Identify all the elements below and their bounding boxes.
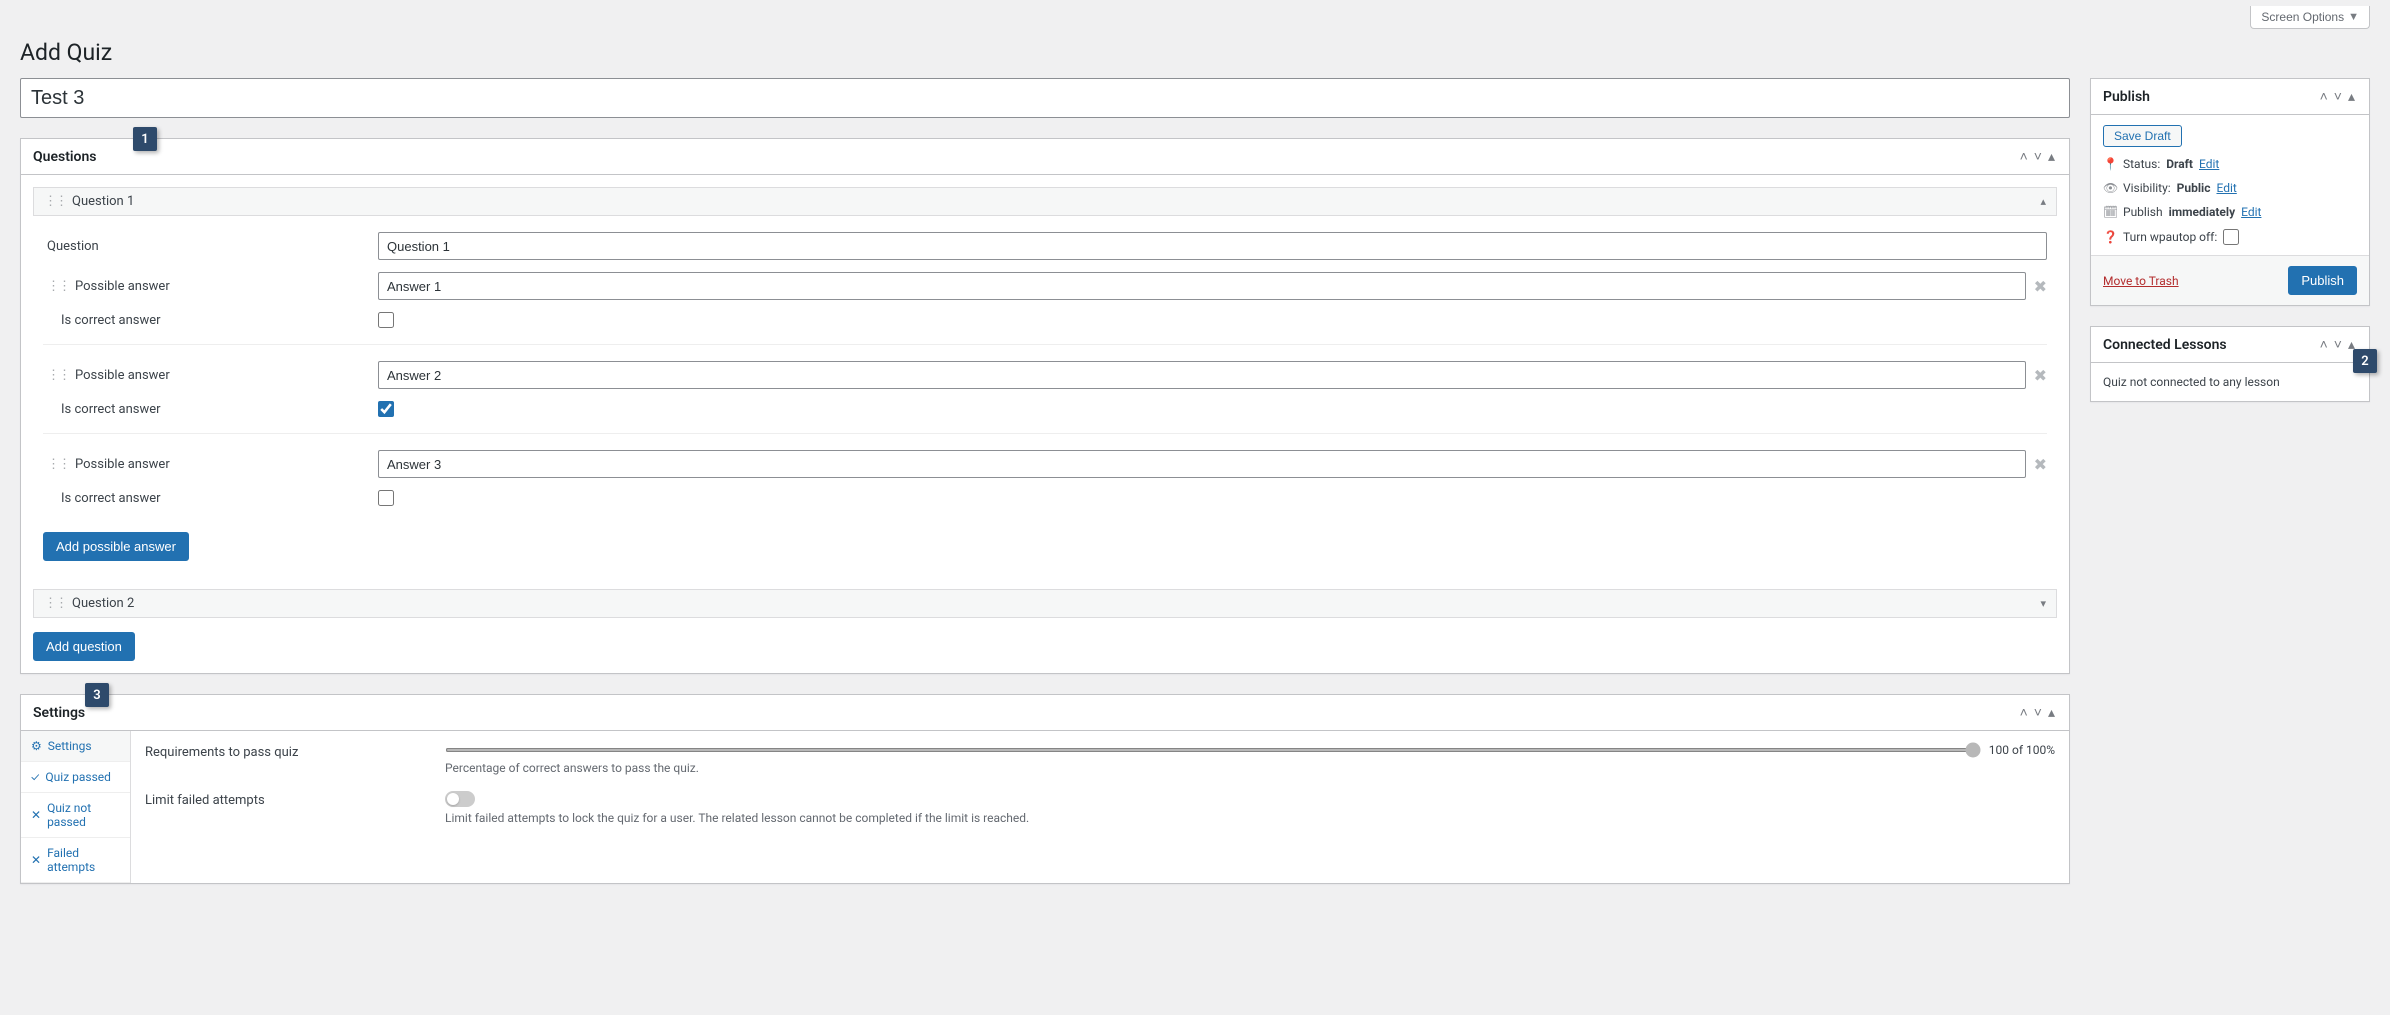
questions-heading: Questions — [33, 149, 96, 165]
correct-label: Is correct answer — [43, 313, 378, 328]
remove-answer-icon[interactable]: ✖ — [2034, 277, 2047, 296]
questions-header: Questions ˄ ˅ ▴ — [21, 139, 2069, 175]
close-icon: ✕ — [31, 853, 41, 867]
wpautop-checkbox[interactable] — [2223, 229, 2239, 245]
quiz-title-input[interactable] — [20, 78, 2070, 118]
status-label: Status: — [2123, 157, 2160, 171]
publish-time-label: Publish — [2123, 205, 2163, 219]
move-down-icon[interactable]: ˅ — [2032, 704, 2044, 722]
tab-settings-label: Settings — [48, 739, 92, 753]
screen-options-label: Screen Options — [2261, 10, 2344, 24]
move-up-icon[interactable]: ˄ — [2318, 336, 2330, 354]
move-down-icon[interactable]: ˅ — [2332, 336, 2344, 354]
limit-help: Limit failed attempts to lock the quiz f… — [445, 811, 2055, 825]
tab-failed-label: Failed attempts — [47, 846, 120, 874]
page-title: Add Quiz — [20, 39, 2370, 66]
requirements-value: 100 of 100% — [1989, 743, 2055, 757]
publish-button[interactable]: Publish — [2288, 266, 2357, 295]
help-icon: ❓ — [2103, 230, 2117, 244]
remove-answer-icon[interactable]: ✖ — [2034, 366, 2047, 385]
answer-1-input[interactable] — [378, 272, 2026, 300]
requirements-slider[interactable] — [445, 748, 1981, 752]
move-up-icon[interactable]: ˄ — [2018, 148, 2030, 166]
correct-label: Is correct answer — [43, 491, 378, 506]
tab-settings[interactable]: ⚙ Settings — [21, 731, 130, 762]
expand-icon[interactable]: ▾ — [2040, 597, 2046, 610]
edit-status-link[interactable]: Edit — [2199, 157, 2219, 171]
add-answer-button[interactable]: Add possible answer — [43, 532, 189, 561]
toggle-panel-icon[interactable]: ▴ — [2046, 704, 2057, 722]
check-icon: ✓ — [31, 770, 39, 784]
limit-label: Limit failed attempts — [145, 791, 445, 808]
connected-heading: Connected Lessons — [2103, 337, 2227, 353]
requirements-label: Requirements to pass quiz — [145, 743, 445, 760]
answer-3-correct-checkbox[interactable] — [378, 490, 394, 506]
answer-2-correct-checkbox[interactable] — [378, 401, 394, 417]
answer-3-input[interactable] — [378, 450, 2026, 478]
drag-handle-icon[interactable]: ⋮⋮ — [47, 368, 69, 383]
add-question-button[interactable]: Add question — [33, 632, 135, 661]
publish-time-value: immediately — [2169, 205, 2236, 219]
eye-icon: 👁 — [2103, 181, 2117, 195]
callout-badge-2: 2 — [2353, 349, 2377, 373]
settings-metabox: 3 Settings ˄ ˅ ▴ ⚙ Settings ✓ Qui — [20, 694, 2070, 884]
drag-handle-icon[interactable]: ⋮⋮ — [44, 596, 66, 611]
move-up-icon[interactable]: ˄ — [2318, 88, 2330, 106]
calendar-icon: 🗓 — [2103, 205, 2117, 219]
pin-icon: 📍 — [2103, 157, 2117, 171]
tab-quiz-not-passed[interactable]: ✕ Quiz not passed — [21, 793, 130, 838]
tab-quiz-passed[interactable]: ✓ Quiz passed — [21, 762, 130, 793]
questions-metabox: 1 Questions ˄ ˅ ▴ ⋮⋮Question 1 ▴ Questio… — [20, 138, 2070, 674]
save-draft-button[interactable]: Save Draft — [2103, 125, 2182, 147]
answer-label: Possible answer — [75, 368, 170, 383]
publish-metabox: Publish ˄ ˅ ▴ Save Draft 📍 Status: Draft… — [2090, 78, 2370, 306]
settings-header: Settings ˄ ˅ ▴ — [21, 695, 2069, 731]
question-1-title: Question 1 — [72, 194, 134, 209]
callout-badge-3: 3 — [85, 683, 109, 707]
move-up-icon[interactable]: ˄ — [2018, 704, 2030, 722]
callout-badge-1: 1 — [133, 127, 157, 151]
tab-failed-attempts[interactable]: ✕ Failed attempts — [21, 838, 130, 883]
close-icon: ✕ — [31, 808, 41, 822]
collapse-icon[interactable]: ▴ — [2040, 195, 2046, 208]
move-down-icon[interactable]: ˅ — [2032, 148, 2044, 166]
publish-heading: Publish — [2103, 89, 2150, 105]
edit-visibility-link[interactable]: Edit — [2216, 181, 2236, 195]
chevron-down-icon: ▼ — [2348, 11, 2359, 23]
drag-handle-icon[interactable]: ⋮⋮ — [47, 457, 69, 472]
question-2-panel-header[interactable]: ⋮⋮ Question 2 ▾ — [33, 589, 2057, 618]
move-to-trash-link[interactable]: Move to Trash — [2103, 274, 2179, 288]
limit-toggle[interactable] — [445, 791, 475, 807]
tab-passed-label: Quiz passed — [45, 770, 111, 784]
drag-handle-icon[interactable]: ⋮⋮ — [47, 279, 69, 294]
status-value: Draft — [2166, 157, 2193, 171]
remove-answer-icon[interactable]: ✖ — [2034, 455, 2047, 474]
gear-icon: ⚙ — [31, 739, 42, 753]
toggle-panel-icon[interactable]: ▴ — [2346, 88, 2357, 106]
move-down-icon[interactable]: ˅ — [2332, 88, 2344, 106]
answer-label: Possible answer — [75, 279, 170, 294]
connected-message: Quiz not connected to any lesson — [2103, 375, 2280, 389]
answer-1-correct-checkbox[interactable] — [378, 312, 394, 328]
tab-not-passed-label: Quiz not passed — [47, 801, 120, 829]
screen-options-button[interactable]: Screen Options ▼ — [2250, 6, 2370, 29]
answer-label: Possible answer — [75, 457, 170, 472]
visibility-label: Visibility: — [2123, 181, 2171, 195]
question-label: Question — [43, 239, 378, 254]
drag-handle-icon[interactable]: ⋮⋮ — [44, 194, 66, 209]
question-1-panel-header[interactable]: ⋮⋮ Question 1 ▴ — [33, 187, 2057, 216]
settings-heading: Settings — [33, 705, 85, 721]
visibility-value: Public — [2177, 181, 2211, 195]
requirements-help: Percentage of correct answers to pass th… — [445, 761, 2055, 775]
edit-publish-time-link[interactable]: Edit — [2241, 205, 2261, 219]
toggle-panel-icon[interactable]: ▴ — [2046, 148, 2057, 166]
question-2-title: Question 2 — [72, 596, 134, 611]
connected-lessons-metabox: 2 Connected Lessons ˄ ˅ ▴ Quiz not conne… — [2090, 326, 2370, 402]
question-1-input[interactable] — [378, 232, 2047, 260]
answer-2-input[interactable] — [378, 361, 2026, 389]
correct-label: Is correct answer — [43, 402, 378, 417]
wpautop-label: Turn wpautop off: — [2123, 230, 2217, 244]
